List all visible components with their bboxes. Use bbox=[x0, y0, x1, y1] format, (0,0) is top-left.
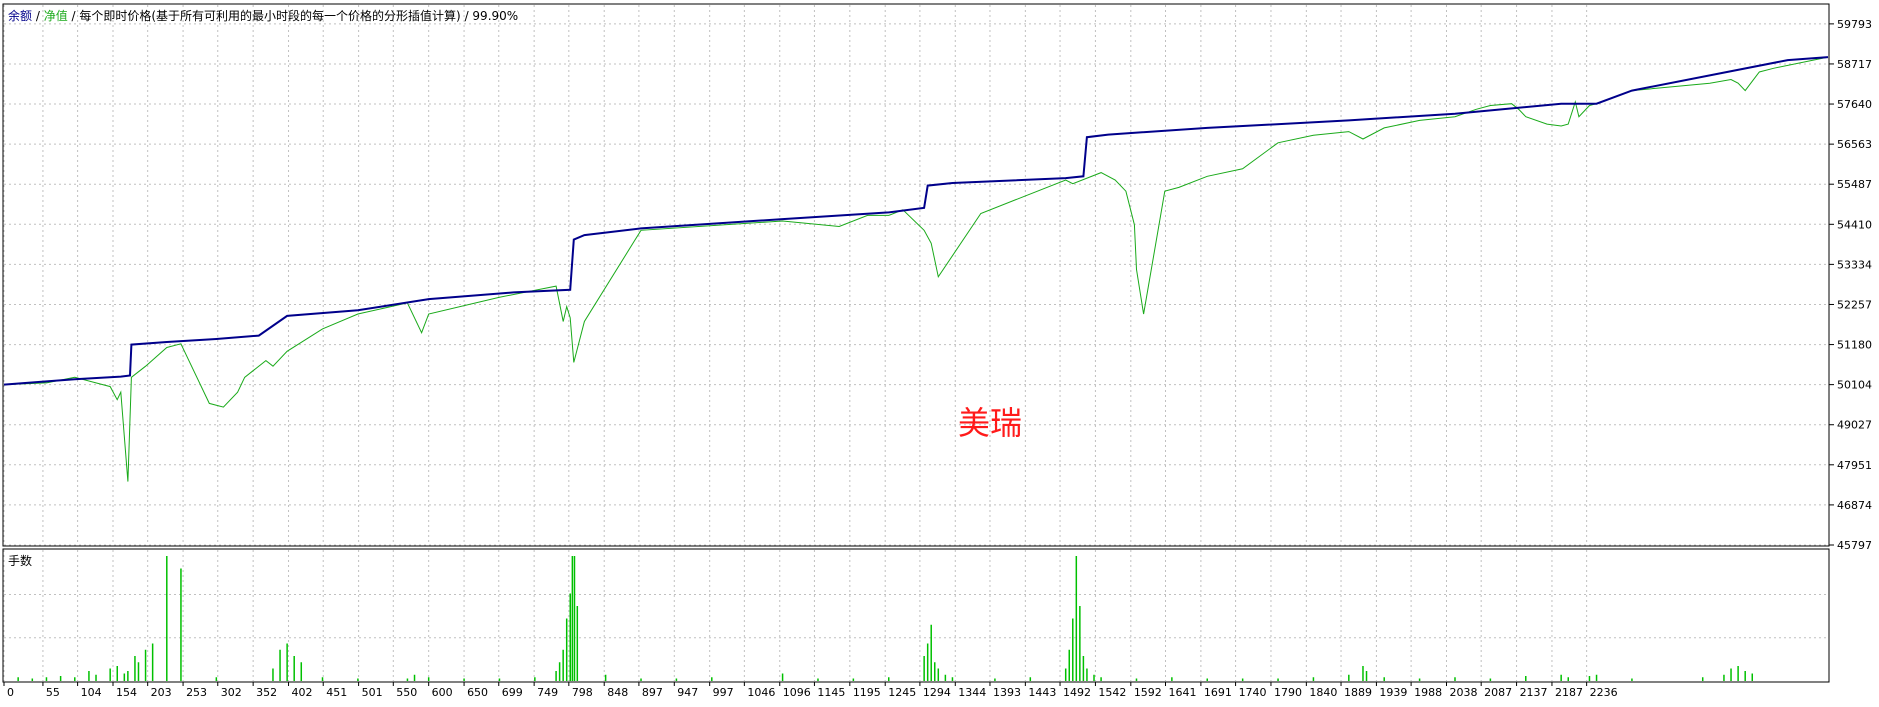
x-tick-label: 1889 bbox=[1344, 686, 1372, 699]
legend-separator: / bbox=[461, 9, 473, 23]
y-tick-label: 51180 bbox=[1837, 339, 1872, 352]
lots-panel-title: 手数 bbox=[8, 553, 32, 568]
x-tick-label: 947 bbox=[677, 686, 698, 699]
x-axis: 0 55 104 154 203 253 302 352 402 451 501 550 600 650 6… bbox=[3, 682, 1618, 699]
x-tick-label: 302 bbox=[221, 686, 242, 699]
x-tick-label: 1542 bbox=[1098, 686, 1126, 699]
y-tick-label: 53334 bbox=[1837, 258, 1872, 271]
x-tick-label: 997 bbox=[713, 686, 734, 699]
x-tick-label: 1840 bbox=[1309, 686, 1337, 699]
x-tick-label: 1592 bbox=[1134, 686, 1162, 699]
y-tick-label: 59793 bbox=[1837, 18, 1872, 31]
x-tick-label: 402 bbox=[292, 686, 313, 699]
legend-separator: / bbox=[68, 9, 80, 23]
x-tick-label: 2087 bbox=[1484, 686, 1512, 699]
balance-legend: 余额 bbox=[8, 8, 32, 23]
x-tick-label: 451 bbox=[326, 686, 347, 699]
y-tick-label: 58717 bbox=[1837, 58, 1872, 71]
y-tick-label: 49027 bbox=[1837, 419, 1872, 432]
x-tick-label: 1145 bbox=[817, 686, 845, 699]
y-tick-label: 55487 bbox=[1837, 178, 1872, 191]
x-tick-label: 600 bbox=[432, 686, 453, 699]
x-tick-label: 1294 bbox=[923, 686, 951, 699]
x-tick-label: 1245 bbox=[888, 686, 916, 699]
lots-bars bbox=[17, 556, 1754, 681]
x-tick-label: 1988 bbox=[1414, 686, 1442, 699]
y-tick-label: 57640 bbox=[1837, 98, 1872, 111]
x-tick-label: 1195 bbox=[853, 686, 881, 699]
strategy-tester-graph: 45797 46874 47951 49027 50104 51180 52257 53334… bbox=[2, 3, 1872, 699]
x-tick-label: 1344 bbox=[958, 686, 986, 699]
x-tick-label: 0 bbox=[7, 686, 14, 699]
x-tick-label: 253 bbox=[186, 686, 207, 699]
x-tick-label: 1096 bbox=[783, 686, 811, 699]
x-tick-label: 550 bbox=[396, 686, 417, 699]
x-tick-label: 1492 bbox=[1063, 686, 1091, 699]
x-tick-label: 1393 bbox=[993, 686, 1021, 699]
x-tick-label: 699 bbox=[502, 686, 523, 699]
y-tick-label: 45797 bbox=[1837, 539, 1872, 552]
balance-line bbox=[3, 56, 1829, 386]
x-tick-label: 848 bbox=[607, 686, 628, 699]
lots-grid bbox=[3, 550, 1828, 681]
modeling-quality: 99.90% bbox=[472, 9, 518, 23]
watermark-text: 美瑞 bbox=[958, 404, 1022, 442]
x-tick-label: 55 bbox=[46, 686, 60, 699]
x-tick-label: 1790 bbox=[1274, 686, 1302, 699]
x-tick-label: 1641 bbox=[1168, 686, 1196, 699]
equity-legend: 净值 bbox=[44, 8, 68, 23]
equity-grid bbox=[3, 5, 1828, 546]
y-tick-label: 54410 bbox=[1837, 218, 1872, 231]
x-tick-label: 1740 bbox=[1239, 686, 1267, 699]
y-tick-label: 47951 bbox=[1837, 459, 1872, 472]
x-tick-label: 501 bbox=[362, 686, 383, 699]
x-tick-label: 798 bbox=[572, 686, 593, 699]
x-tick-label: 650 bbox=[467, 686, 488, 699]
lots-panel-frame bbox=[2, 548, 1830, 683]
equity-line bbox=[3, 56, 1829, 482]
x-tick-label: 2187 bbox=[1555, 686, 1583, 699]
x-tick-label: 1046 bbox=[747, 686, 775, 699]
y-tick-label: 50104 bbox=[1837, 379, 1872, 392]
y-axis: 45797 46874 47951 49027 50104 51180 52257 53334… bbox=[1829, 18, 1872, 552]
x-tick-label: 897 bbox=[642, 686, 663, 699]
x-tick-label: 104 bbox=[81, 686, 102, 699]
x-tick-label: 2137 bbox=[1520, 686, 1548, 699]
x-tick-label: 2236 bbox=[1590, 686, 1618, 699]
x-tick-label: 2038 bbox=[1449, 686, 1477, 699]
x-tick-label: 1939 bbox=[1379, 686, 1407, 699]
x-tick-label: 154 bbox=[116, 686, 137, 699]
x-tick-label: 749 bbox=[537, 686, 558, 699]
legend-separator: / bbox=[32, 9, 44, 23]
x-tick-label: 1691 bbox=[1204, 686, 1232, 699]
x-tick-label: 203 bbox=[151, 686, 172, 699]
model-label: 每个即时价格(基于所有可利用的最小时段的每一个价格的分形插值计算) bbox=[79, 8, 460, 23]
x-tick-label: 1443 bbox=[1028, 686, 1056, 699]
y-tick-label: 56563 bbox=[1837, 138, 1872, 151]
chart-header: 余额 / 净值 / 每个即时价格(基于所有可利用的最小时段的每一个价格的分形插值… bbox=[8, 8, 518, 23]
y-tick-label: 46874 bbox=[1837, 499, 1872, 512]
x-tick-label: 352 bbox=[256, 686, 277, 699]
y-tick-label: 52257 bbox=[1837, 298, 1872, 311]
